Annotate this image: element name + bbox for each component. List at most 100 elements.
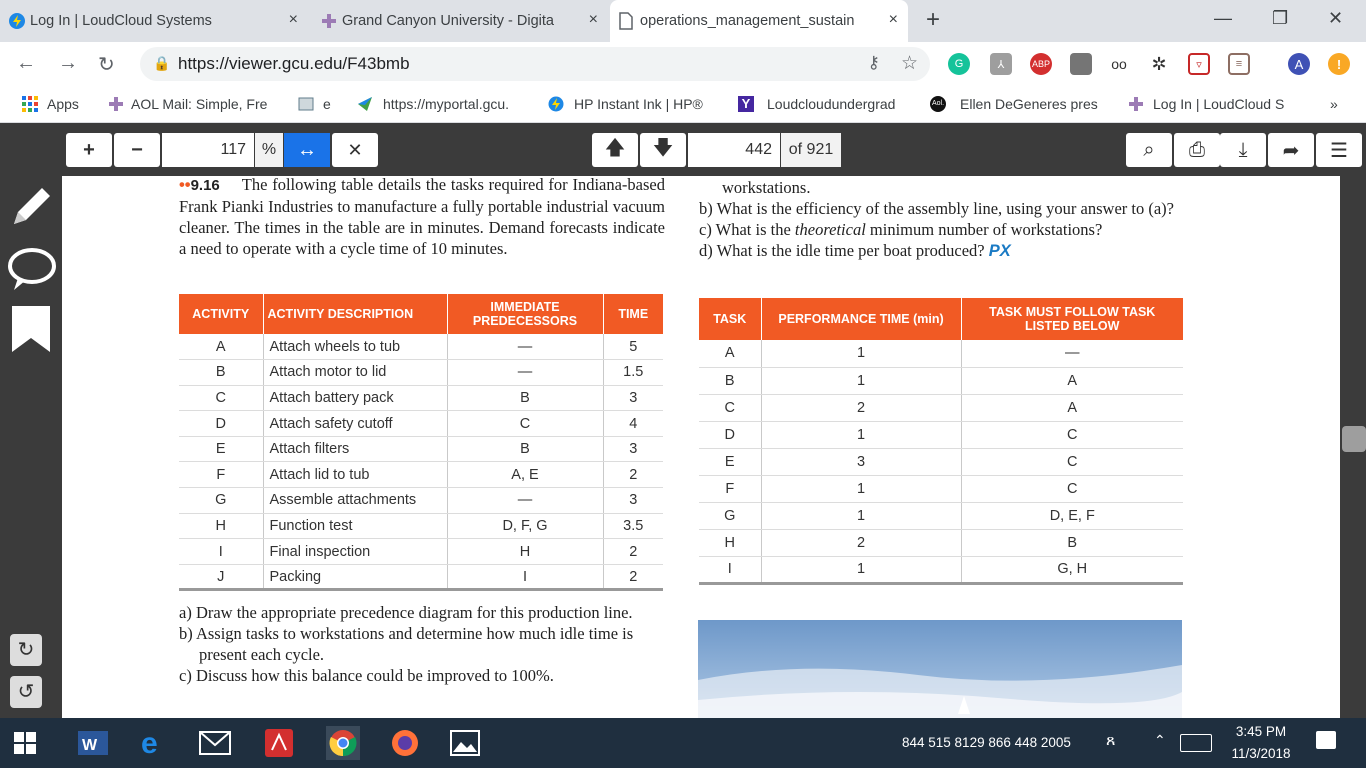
table-cell: I	[179, 538, 264, 565]
edge-icon[interactable]: e	[136, 726, 170, 760]
task-table: TASK PERFORMANCE TIME (min) TASK MUST FO…	[699, 298, 1183, 585]
zoom-in-button[interactable]: +	[66, 133, 112, 167]
reload-icon[interactable]: ↻	[98, 52, 115, 77]
bookmark-hp-instant-ink[interactable]: HP Instant Ink | HP®	[574, 96, 714, 112]
adblock-icon[interactable]: ABP	[1030, 53, 1052, 75]
tray-chevron-up-icon[interactable]: ⌃	[1154, 732, 1166, 749]
mail-icon[interactable]	[198, 726, 232, 760]
close-window-button[interactable]: ✕	[1328, 8, 1343, 29]
chrome-icon[interactable]	[326, 726, 360, 760]
bookmark-icon[interactable]	[12, 306, 52, 359]
windows-start-icon[interactable]	[8, 726, 42, 760]
bookmark-page-icon	[298, 96, 314, 112]
table-cell: B	[699, 367, 762, 395]
forward-icon[interactable]: →	[58, 52, 78, 75]
bookmark-myportal[interactable]: https://myportal.gcu.	[383, 96, 533, 112]
difficulty-dots: ••	[179, 176, 191, 194]
bookmark-star-icon[interactable]: ☆	[901, 52, 918, 75]
zoom-input[interactable]: 117	[162, 133, 254, 167]
bookmark-loudcloudundergrad[interactable]: Loudcloudundergrad	[767, 96, 909, 112]
table-cell: 1	[761, 475, 962, 503]
table-cell: F	[179, 461, 264, 489]
loudcloud-plus-icon	[1128, 96, 1144, 112]
table-cell: G, H	[961, 556, 1183, 585]
tripadvisor-icon[interactable]: oo	[1108, 53, 1130, 75]
minimize-button[interactable]: —	[1214, 8, 1232, 29]
page-total: of 921	[781, 133, 841, 167]
tab-close-icon[interactable]: ×	[289, 11, 298, 29]
print-icon[interactable]: ⎙	[1174, 133, 1220, 167]
question-theoretical-min: c) What is the theoretical minimum numbe…	[699, 220, 1103, 239]
menu-icon[interactable]: ☰	[1316, 133, 1362, 167]
bookmark-aol-mail[interactable]: AOL Mail: Simple, Fre	[131, 96, 273, 112]
profile-avatar[interactable]: A	[1288, 53, 1310, 75]
table-cell: 4	[603, 410, 663, 437]
update-alert-icon[interactable]: !	[1328, 53, 1350, 75]
screen-icon[interactable]	[1070, 53, 1092, 75]
tab-loudcloud[interactable]: Log In | LoudCloud Systems ×	[0, 0, 308, 42]
table-cell: 1	[761, 502, 962, 530]
table-cell: —	[961, 340, 1183, 368]
bookmark-ellen[interactable]: Ellen DeGeneres pres	[960, 96, 1102, 112]
previous-page-icon[interactable]: 🡅	[592, 133, 638, 167]
page-input[interactable]: 442	[688, 133, 780, 167]
acrobat-icon[interactable]: ⅄	[990, 53, 1012, 75]
apps-grid-icon[interactable]	[22, 96, 38, 112]
comment-icon[interactable]	[6, 246, 58, 299]
next-page-icon[interactable]: 🡇	[640, 133, 686, 167]
bookmark-apps[interactable]: Apps	[47, 96, 79, 112]
address-bar[interactable]: 🔒 https://viewer.gcu.edu/F43bmb ⚷ ☆	[140, 47, 930, 81]
table-cell: 2	[603, 564, 663, 592]
table-row: F1C	[699, 475, 1183, 503]
table-cell: C	[447, 410, 604, 437]
openai-icon[interactable]: ✲	[1148, 53, 1170, 75]
col-predecessors: IMMEDIATE PREDECESSORS	[447, 294, 604, 334]
tab-close-icon[interactable]: ×	[889, 11, 898, 29]
zoom-out-button[interactable]: −	[114, 133, 160, 167]
tab-close-icon[interactable]: ×	[589, 11, 598, 29]
redo-icon[interactable]: ↻	[10, 634, 42, 666]
back-icon[interactable]: ←	[16, 52, 36, 75]
bookmarks-overflow-icon[interactable]: »	[1330, 96, 1338, 112]
table-cell: 2	[761, 394, 962, 422]
notes-icon[interactable]: ≡	[1228, 53, 1250, 75]
key-icon[interactable]: ⚷	[868, 53, 880, 73]
tab-strip: Log In | LoudCloud Systems × Grand Canyo…	[0, 0, 1366, 42]
notifications-icon[interactable]	[1316, 731, 1336, 749]
table-cell: E	[179, 436, 264, 463]
restore-button[interactable]: ❐	[1272, 8, 1288, 29]
photos-icon[interactable]	[448, 726, 482, 760]
table-cell: I	[447, 564, 604, 592]
download-icon[interactable]: ⤓	[1220, 133, 1266, 167]
pencil-icon[interactable]	[6, 182, 56, 237]
grammarly-icon[interactable]: G	[948, 53, 970, 75]
share-icon[interactable]: ➦	[1268, 133, 1314, 167]
tab-gcu[interactable]: Grand Canyon University - Digita ×	[312, 0, 608, 42]
undo-icon[interactable]: ↺	[10, 676, 42, 708]
tab-operations-management[interactable]: operations_management_sustain ×	[610, 0, 908, 42]
table-cell: C	[699, 394, 762, 422]
new-tab-button[interactable]: +	[926, 8, 940, 32]
question-efficiency: b) What is the efficiency of the assembl…	[699, 199, 1174, 218]
clock-date[interactable]: 11/3/2018	[1224, 746, 1298, 761]
bookmark-e[interactable]: e	[323, 96, 331, 112]
clock-time[interactable]: 3:45 PM	[1230, 724, 1292, 739]
fit-width-icon[interactable]: ↔	[284, 133, 330, 167]
firefox-icon[interactable]	[388, 726, 422, 760]
bookmark-loudcloud[interactable]: Log In | LoudCloud S	[1153, 96, 1295, 112]
pocket-icon[interactable]: ▿	[1188, 53, 1210, 75]
zoom-unit: %	[255, 133, 283, 167]
acrobat-taskbar-icon[interactable]	[262, 726, 296, 760]
table-cell: B	[179, 359, 264, 386]
continued-text: workstations.	[722, 178, 811, 197]
people-icon[interactable]: ጸ	[1106, 732, 1115, 750]
keyboard-icon[interactable]	[1180, 734, 1212, 752]
fit-page-icon[interactable]: ✕	[332, 133, 378, 167]
table-cell: C	[961, 421, 1183, 449]
url-text[interactable]: https://viewer.gcu.edu/F43bmb	[178, 54, 410, 74]
word-icon[interactable]: W	[76, 726, 110, 760]
scrollbar-thumb[interactable]	[1342, 426, 1366, 452]
table-cell: 1	[761, 340, 962, 368]
table-cell: Attach battery pack	[263, 385, 448, 412]
search-icon[interactable]: ⌕	[1126, 133, 1172, 167]
